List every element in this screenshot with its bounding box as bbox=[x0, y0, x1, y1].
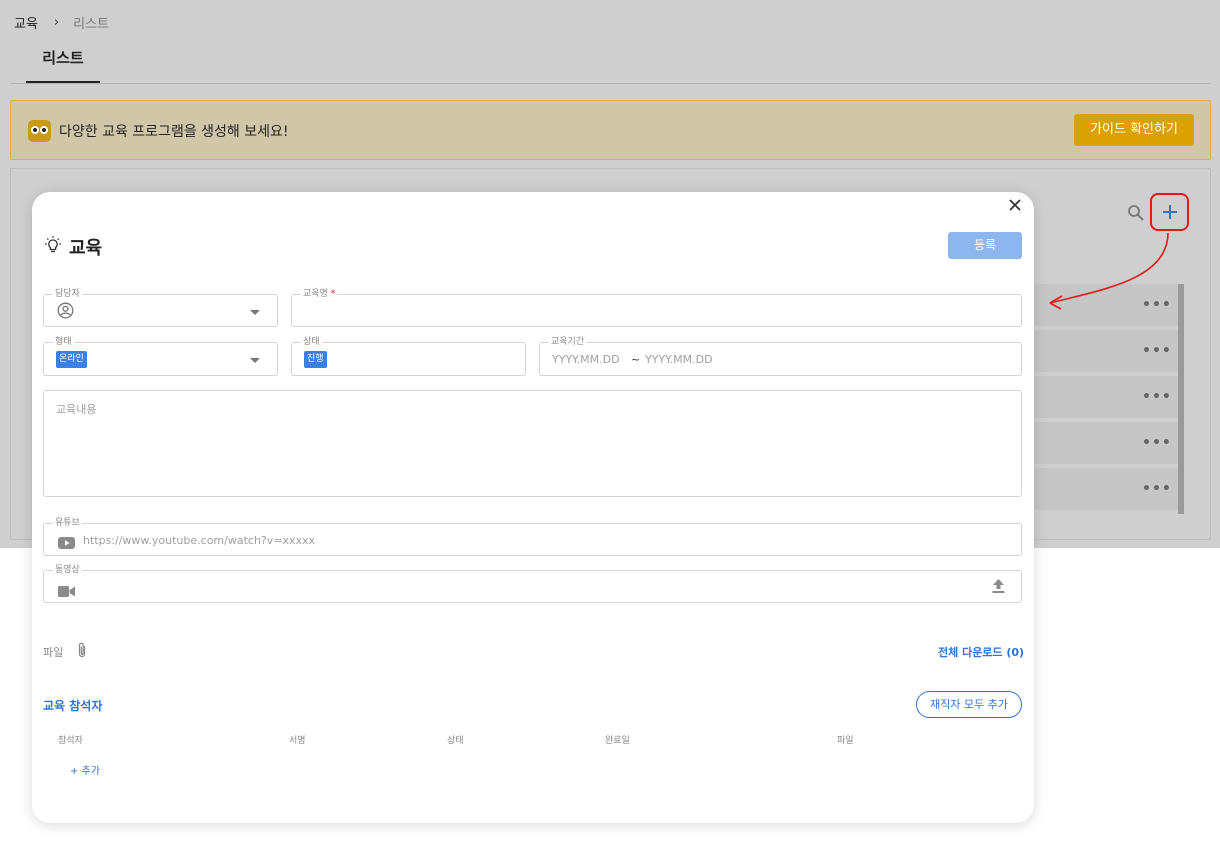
more-options-icon[interactable]: ••• bbox=[1142, 435, 1172, 451]
breadcrumb: 교육 › 리스트 bbox=[14, 13, 109, 32]
period-label: 교육기간 bbox=[549, 336, 587, 348]
video-label: 동영상 bbox=[53, 564, 82, 576]
add-participant-link[interactable]: + 추가 bbox=[70, 762, 100, 777]
search-icon[interactable] bbox=[1127, 204, 1145, 226]
column-header-status: 상태 bbox=[447, 736, 464, 746]
chevron-down-icon bbox=[250, 358, 260, 363]
video-field[interactable]: 동영상 bbox=[43, 564, 1022, 603]
mascot-icon bbox=[28, 120, 51, 142]
scrollbar[interactable] bbox=[1178, 284, 1184, 514]
participants-title: 교육 참석자 bbox=[43, 699, 103, 713]
required-mark: * bbox=[330, 289, 336, 299]
annotation-arrow bbox=[1049, 232, 1169, 310]
period-start-input[interactable]: YYYY.MM.DD bbox=[552, 353, 620, 366]
download-all-link[interactable]: 전체 다운로드 (0) bbox=[938, 644, 1024, 660]
upload-icon[interactable] bbox=[992, 579, 1005, 598]
add-all-employees-button[interactable]: 재직자 모두 추가 bbox=[916, 691, 1022, 718]
lightbulb-icon bbox=[43, 235, 63, 259]
plus-icon bbox=[1162, 205, 1177, 219]
register-button[interactable]: 등록 bbox=[948, 232, 1022, 259]
breadcrumb-root[interactable]: 교육 bbox=[14, 13, 38, 32]
education-name-field[interactable]: 교육명 * bbox=[291, 288, 1022, 327]
education-name-label: 교육명 bbox=[303, 289, 328, 299]
status-field[interactable]: 상태 진행 bbox=[291, 336, 526, 376]
manager-label: 담당자 bbox=[53, 288, 82, 300]
breadcrumb-current: 리스트 bbox=[73, 17, 110, 32]
type-select[interactable]: 형태 온라인 bbox=[43, 336, 278, 376]
more-options-icon[interactable]: ••• bbox=[1142, 481, 1172, 497]
column-header-participant: 참석자 bbox=[58, 736, 83, 746]
more-options-icon[interactable]: ••• bbox=[1142, 343, 1172, 359]
file-label: 파일 bbox=[43, 646, 64, 659]
tab-list[interactable]: 리스트 bbox=[26, 40, 100, 83]
banner-message: 다양한 교육 프로그램을 생성해 보세요! bbox=[59, 124, 289, 140]
status-label: 상태 bbox=[301, 336, 322, 348]
info-banner: 다양한 교육 프로그램을 생성해 보세요! 가이드 확인하기 bbox=[10, 100, 1211, 160]
youtube-icon bbox=[58, 534, 75, 553]
period-end-input[interactable]: YYYY.MM.DD bbox=[645, 353, 713, 366]
breadcrumb-separator-icon: › bbox=[53, 15, 60, 30]
column-header-completed-date: 완료일 bbox=[605, 736, 630, 746]
type-chip: 온라인 bbox=[56, 351, 87, 368]
modal-title-text: 교육 bbox=[69, 238, 103, 259]
tab-bar: 리스트 bbox=[10, 40, 1210, 84]
video-camera-icon bbox=[58, 582, 75, 601]
chevron-down-icon bbox=[250, 310, 260, 315]
youtube-field[interactable]: 유튜브 https://www.youtube.com/watch?v=xxxx… bbox=[43, 517, 1022, 556]
period-field[interactable]: 교육기간 YYYY.MM.DD ~ YYYY.MM.DD bbox=[539, 336, 1022, 376]
paperclip-icon[interactable] bbox=[76, 641, 88, 663]
period-separator: ~ bbox=[631, 353, 641, 366]
guide-button[interactable]: 가이드 확인하기 bbox=[1074, 114, 1194, 146]
education-modal: 교육 등록 담당자 교육명 * 형태 온라인 상태 진행 교육기간 YYYY.M… bbox=[32, 192, 1034, 823]
type-label: 형태 bbox=[53, 336, 74, 348]
content-textarea[interactable]: 교육내용 bbox=[43, 390, 1022, 497]
column-header-signature: 서명 bbox=[289, 736, 306, 746]
content-placeholder: 교육내용 bbox=[56, 403, 97, 416]
column-header-file: 파일 bbox=[837, 736, 854, 746]
manager-select[interactable]: 담당자 bbox=[43, 288, 278, 327]
youtube-input[interactable]: https://www.youtube.com/watch?v=xxxxx bbox=[83, 534, 315, 547]
user-circle-icon bbox=[57, 302, 74, 323]
more-options-icon[interactable]: ••• bbox=[1142, 389, 1172, 405]
close-icon[interactable] bbox=[1006, 196, 1024, 214]
status-chip: 진행 bbox=[304, 351, 327, 368]
youtube-label: 유튜브 bbox=[53, 517, 82, 529]
modal-title: 교육 bbox=[43, 234, 102, 260]
